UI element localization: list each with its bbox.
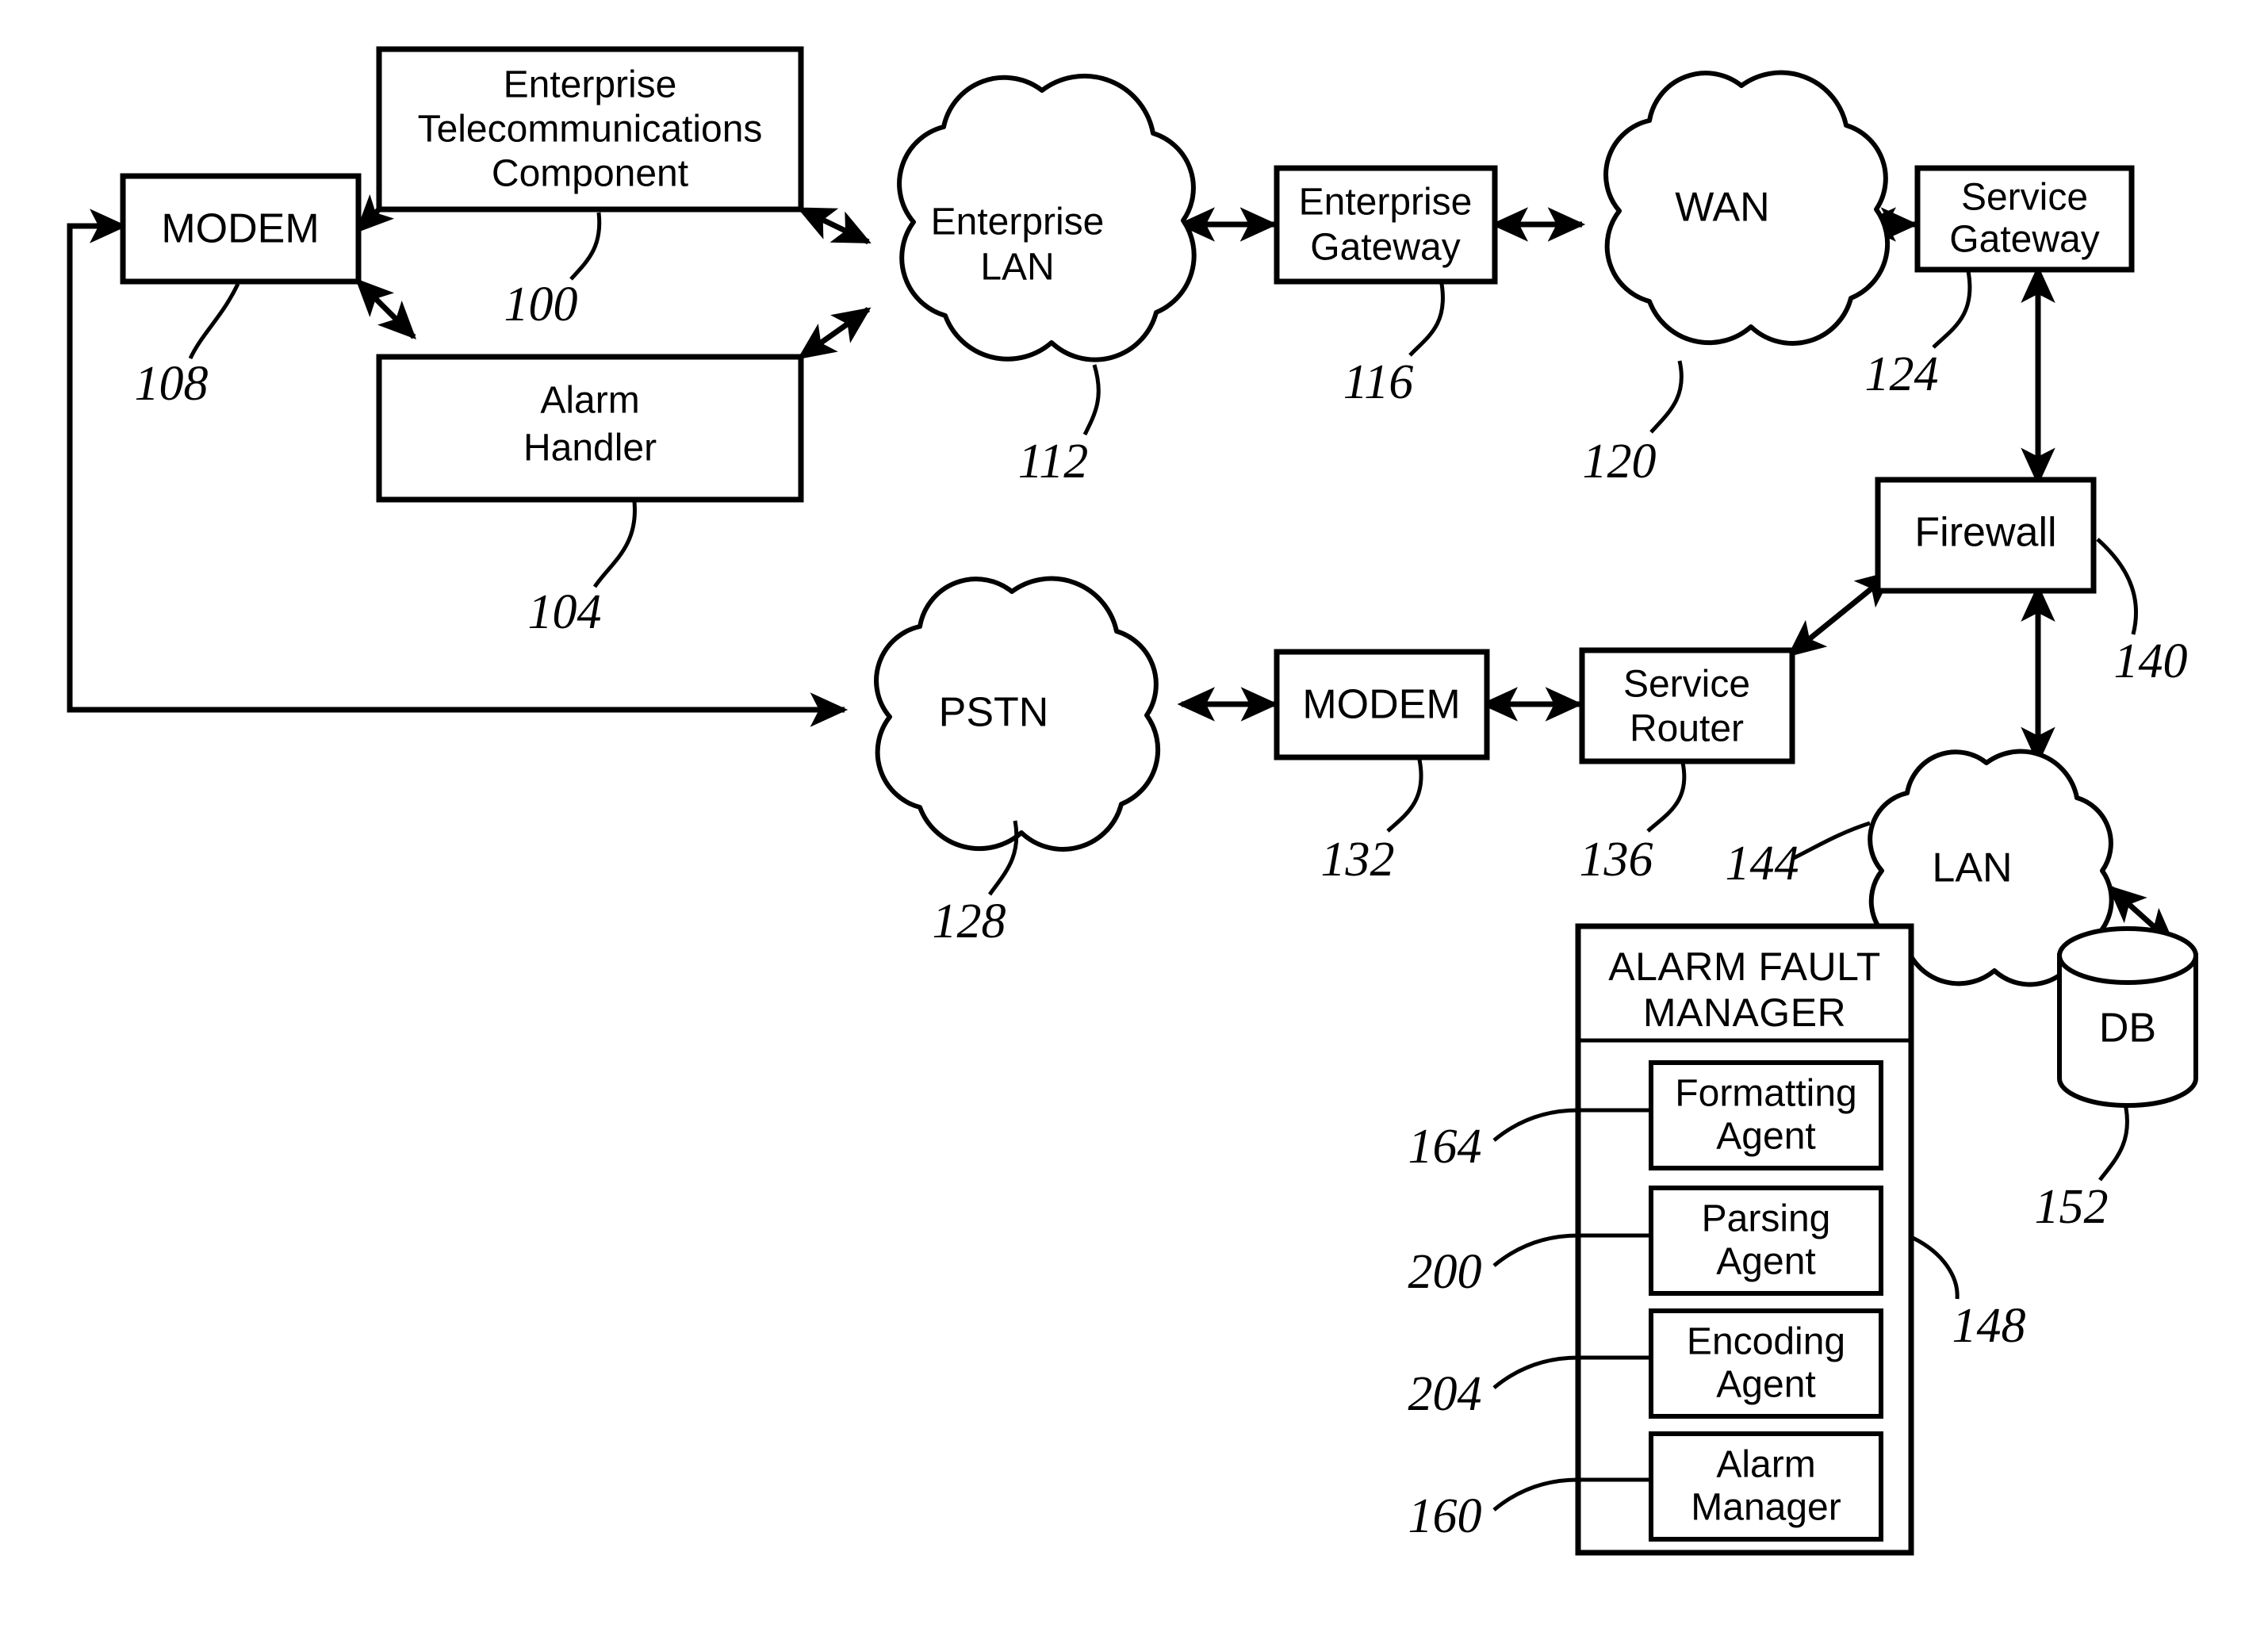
node-alarm-handler[interactable]: Alarm Handler: [376, 354, 804, 503]
node-service-gateway[interactable]: Service Gateway: [1914, 165, 2135, 273]
ref-120-group: 120: [1583, 360, 1684, 488]
ref-204: 204: [1408, 1367, 1482, 1421]
node-alarm-handler-line1: Alarm: [540, 380, 639, 422]
node-modem-left[interactable]: MODEM: [120, 173, 362, 285]
ref-108-group: 108: [135, 282, 240, 411]
agent-formatting[interactable]: Formatting Agent: [1649, 1060, 1883, 1170]
ref-112-group: 112: [1018, 364, 1101, 488]
alarm-fault-manager-title-line2: MANAGER: [1643, 990, 1846, 1035]
agent-alarm-manager[interactable]: Alarm Manager: [1649, 1431, 1883, 1542]
node-enterprise-gateway-line2: Gateway: [1310, 227, 1460, 269]
node-enterprise-gateway[interactable]: Enterprise Gateway: [1274, 165, 1498, 285]
node-service-router[interactable]: Service Router: [1579, 647, 1795, 764]
agent-alarm-manager-line1: Alarm: [1716, 1444, 1815, 1486]
node-pstn-label: PSTN: [939, 690, 1049, 736]
ref-116: 116: [1343, 355, 1413, 409]
ref-100: 100: [504, 278, 578, 331]
agent-alarm-manager-line2: Manager: [1691, 1487, 1841, 1529]
node-db-label: DB: [2099, 1006, 2156, 1052]
ref-104-group: 104: [528, 501, 637, 639]
connector-alarm-handler-to-enterprise-lan: [797, 307, 872, 360]
agent-encoding[interactable]: Encoding Agent: [1649, 1308, 1883, 1419]
agent-encoding-line1: Encoding: [1687, 1321, 1845, 1363]
node-enterprise-lan-line2: LAN: [980, 247, 1054, 289]
node-firewall[interactable]: Firewall: [1875, 477, 2097, 594]
node-enterprise-telecom-line2: Telecommunications: [418, 109, 763, 151]
agent-parsing-line2: Agent: [1716, 1241, 1815, 1283]
agent-parsing-line1: Parsing: [1702, 1198, 1831, 1240]
ref-116-group: 116: [1343, 283, 1445, 409]
node-enterprise-telecom-component[interactable]: Enterprise Telecommunications Component: [376, 46, 804, 213]
agent-formatting-line2: Agent: [1716, 1116, 1815, 1158]
alarm-fault-manager-title-line1: ALARM FAULT: [1608, 944, 1881, 989]
ref-152: 152: [2035, 1180, 2109, 1234]
node-enterprise-telecom-line3: Component: [492, 153, 688, 195]
ref-164: 164: [1408, 1120, 1482, 1174]
agent-parsing[interactable]: Parsing Agent: [1649, 1186, 1883, 1296]
ref-144: 144: [1726, 837, 1799, 891]
ref-144-group: 144: [1726, 821, 1871, 891]
node-service-gateway-line2: Gateway: [1949, 219, 2099, 261]
node-modem-right[interactable]: MODEM: [1274, 649, 1490, 760]
ref-148: 148: [1952, 1299, 2026, 1353]
ref-124: 124: [1865, 347, 1939, 401]
node-service-router-line1: Service: [1623, 664, 1750, 706]
ref-104: 104: [528, 585, 602, 639]
node-wan-label: WAN: [1675, 185, 1769, 231]
ref-160: 160: [1408, 1489, 1482, 1543]
ref-132: 132: [1321, 833, 1395, 887]
ref-148-group: 148: [1910, 1235, 2026, 1353]
network-architecture-diagram: MODEM Enterprise Telecommunications Comp…: [67, 46, 2198, 1556]
ref-128: 128: [933, 895, 1006, 948]
node-enterprise-gateway-line1: Enterprise: [1299, 182, 1473, 224]
connector-modem-to-alarm-handler: [355, 278, 416, 339]
node-firewall-label: Firewall: [1914, 510, 2056, 556]
ref-136: 136: [1580, 833, 1653, 887]
ref-112: 112: [1018, 435, 1088, 488]
patent-figure-canvas: MODEM Enterprise Telecommunications Comp…: [0, 0, 2268, 1632]
connector-telecom-to-enterprise-lan: [796, 206, 872, 245]
agent-formatting-line1: Formatting: [1675, 1073, 1856, 1115]
node-modem-right-label: MODEM: [1302, 682, 1460, 728]
agent-encoding-line2: Agent: [1716, 1364, 1815, 1406]
node-enterprise-lan-line1: Enterprise: [931, 201, 1105, 243]
node-service-gateway-line1: Service: [1961, 177, 2088, 219]
ref-200: 200: [1408, 1245, 1482, 1299]
node-db[interactable]: DB: [2057, 926, 2198, 1108]
node-enterprise-telecom-line1: Enterprise: [504, 64, 677, 106]
node-pstn[interactable]: PSTN: [874, 576, 1161, 852]
node-service-router-line2: Router: [1630, 708, 1744, 750]
node-wan[interactable]: WAN: [1603, 70, 1891, 346]
ref-120: 120: [1583, 435, 1657, 488]
node-modem-left-label: MODEM: [161, 206, 319, 252]
ref-152-group: 152: [2035, 1103, 2129, 1234]
ref-136-group: 136: [1580, 762, 1687, 887]
ref-100-group: 100: [504, 212, 602, 331]
ref-108: 108: [135, 357, 209, 411]
node-alarm-handler-line2: Handler: [523, 427, 657, 469]
node-lan-label: LAN: [1932, 845, 2012, 891]
ref-132-group: 132: [1321, 759, 1423, 887]
ref-124-group: 124: [1865, 270, 1972, 401]
ref-140-group: 140: [2096, 538, 2188, 688]
node-alarm-fault-manager[interactable]: ALARM FAULT MANAGER Formatting Agent Par…: [1575, 923, 1914, 1556]
node-enterprise-lan[interactable]: Enterprise LAN: [897, 73, 1197, 362]
ref-140: 140: [2114, 634, 2188, 688]
